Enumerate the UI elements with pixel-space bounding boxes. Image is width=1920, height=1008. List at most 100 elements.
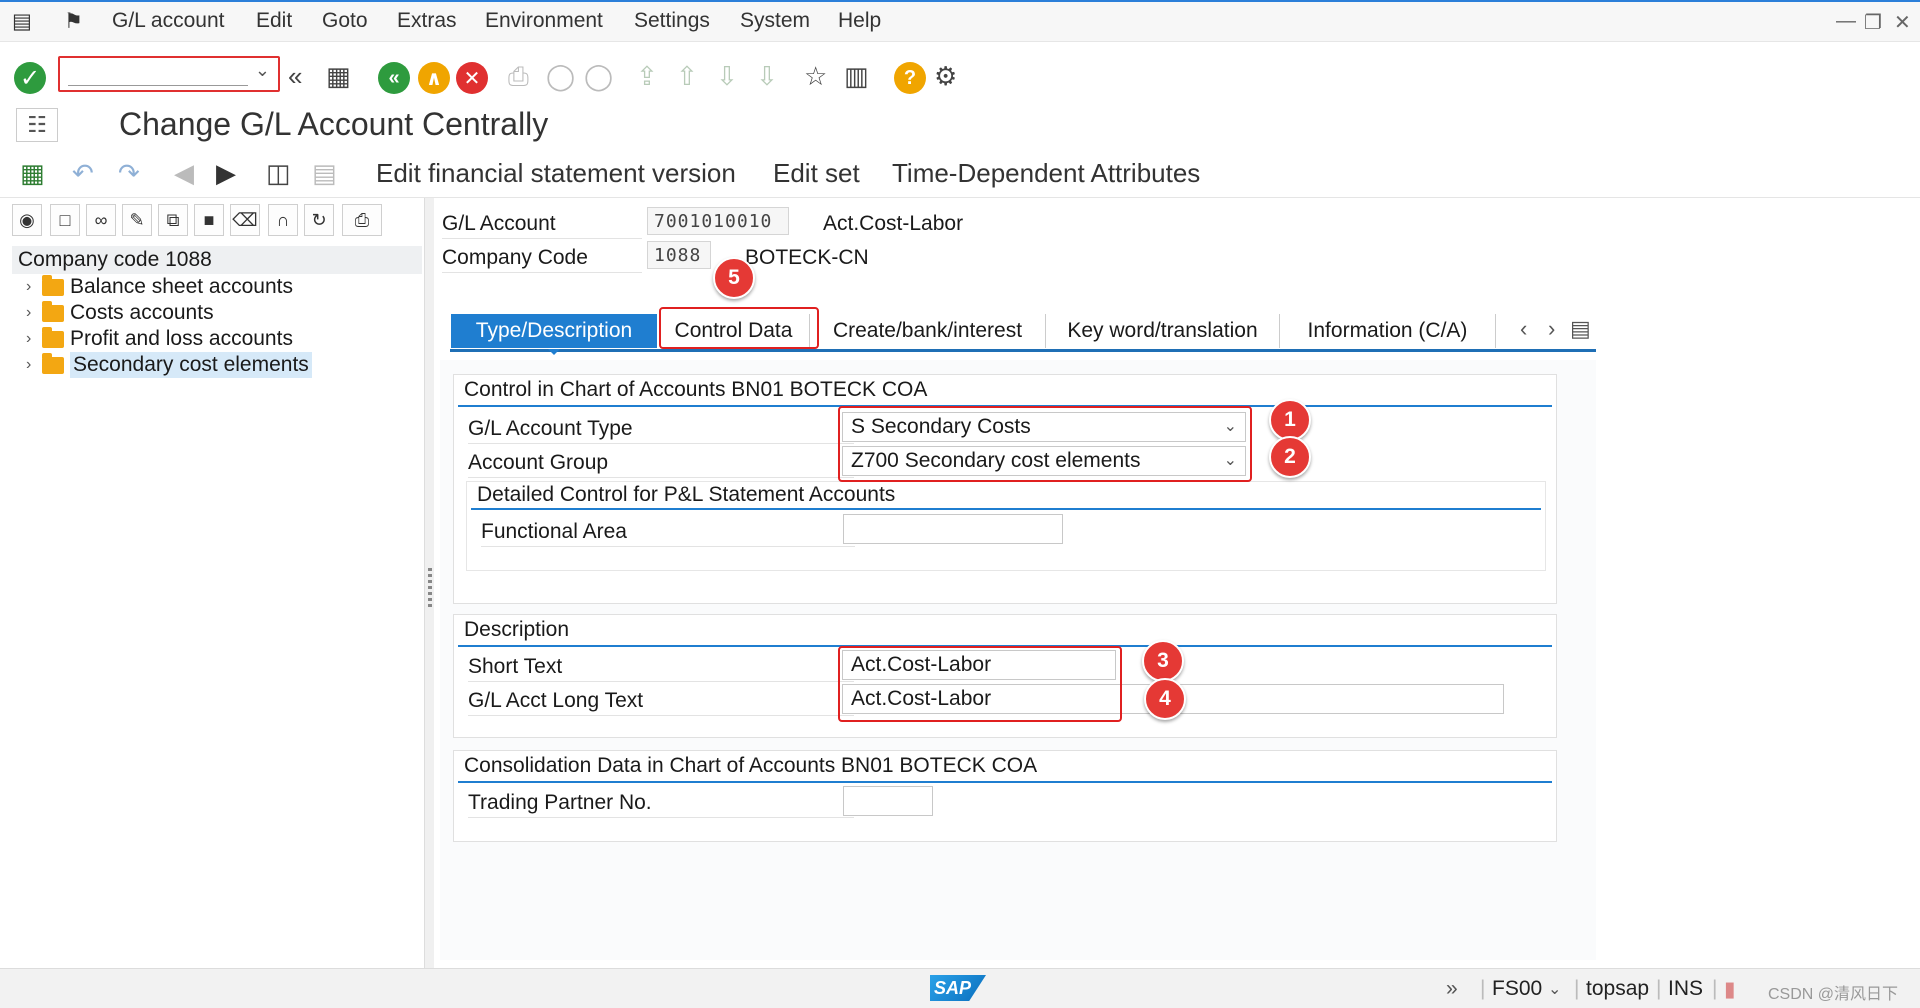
- menu-edit[interactable]: Edit: [256, 9, 292, 33]
- save-icon[interactable]: ▦: [326, 60, 351, 92]
- lock-icon[interactable]: ■: [194, 204, 224, 236]
- annotation-box-control-data: [659, 307, 819, 349]
- previous-page-icon[interactable]: ⇧: [676, 60, 698, 92]
- expand-status-icon[interactable]: »: [1446, 977, 1458, 1001]
- redo-icon[interactable]: ↷: [118, 158, 140, 189]
- new-document-icon[interactable]: □: [50, 204, 80, 236]
- menu-goto[interactable]: Goto: [322, 9, 368, 33]
- gl-account-field[interactable]: 7001010010: [647, 207, 789, 235]
- tab-type-description[interactable]: Type/Description: [451, 314, 657, 355]
- short-text-label: Short Text: [468, 655, 563, 678]
- menu-settings[interactable]: Settings: [634, 9, 710, 33]
- hierarchy-icon[interactable]: ▦: [20, 158, 45, 189]
- edit-fs-version-button[interactable]: Edit financial statement version: [376, 158, 736, 189]
- print-icon[interactable]: ⎙: [508, 60, 529, 92]
- refresh-icon[interactable]: ↻: [304, 204, 334, 236]
- annotation-box-texts: [838, 646, 1122, 722]
- tab-scroll-left-icon[interactable]: ‹: [1520, 316, 1527, 342]
- tab-list-icon[interactable]: ▤: [1570, 316, 1591, 342]
- trading-partner-input[interactable]: [843, 786, 933, 816]
- annotation-badge-3: 3: [1142, 640, 1184, 682]
- company-code-description: BOTECK-CN: [745, 246, 869, 269]
- next-page-icon[interactable]: ⇩: [716, 60, 738, 92]
- tab-key-word-translation[interactable]: Key word/translation: [1046, 314, 1280, 348]
- edit-set-button[interactable]: Edit set: [773, 158, 860, 189]
- edit-pencil-icon[interactable]: ✎: [122, 204, 152, 236]
- trading-partner-label: Trading Partner No.: [468, 791, 652, 814]
- consolidation-group: Consolidation Data in Chart of Accounts …: [453, 750, 1557, 842]
- close-window-icon[interactable]: ✕: [1894, 10, 1911, 35]
- menu-gl-account[interactable]: G/L account: [112, 9, 224, 33]
- chevron-right-icon[interactable]: ›: [26, 274, 42, 300]
- screen-menu-icon[interactable]: ☷: [16, 108, 58, 142]
- cancel-icon[interactable]: ✕: [456, 62, 488, 94]
- annotation-box-type-group: [838, 406, 1252, 482]
- watermark: CSDN @清风日下: [1768, 986, 1899, 1003]
- tree-item-secondary-cost[interactable]: › Secondary cost elements: [26, 352, 312, 378]
- new-session-icon[interactable]: ☆: [804, 60, 827, 92]
- time-dependent-attributes-button[interactable]: Time-Dependent Attributes: [892, 158, 1200, 189]
- print-menu-icon[interactable]: ⎙: [342, 204, 382, 236]
- folder-icon: [42, 274, 64, 296]
- pane-splitter[interactable]: [424, 198, 434, 968]
- tab-scroll-right-icon[interactable]: ›: [1548, 316, 1555, 342]
- chevron-right-icon[interactable]: ›: [26, 352, 42, 378]
- back-icon[interactable]: «: [378, 62, 410, 94]
- shortcut-icon[interactable]: ▥: [844, 60, 869, 92]
- tab-create-bank-interest[interactable]: Create/bank/interest: [810, 314, 1046, 348]
- divider: |: [1712, 977, 1718, 1000]
- display-icon[interactable]: ∞: [86, 204, 116, 236]
- exit-icon[interactable]: ∧: [418, 62, 450, 94]
- settings-gear-icon[interactable]: ⚙: [934, 60, 957, 92]
- company-code-field[interactable]: 1088: [647, 241, 711, 269]
- tree-item-label: Secondary cost elements: [70, 352, 312, 378]
- page-title: Change G/L Account Centrally: [119, 106, 549, 142]
- functional-area-input[interactable]: [843, 514, 1063, 544]
- annotation-badge-4: 4: [1144, 678, 1186, 720]
- last-page-icon[interactable]: ⇩: [756, 60, 778, 92]
- divider: [442, 272, 642, 273]
- menu-extras[interactable]: Extras: [397, 9, 457, 33]
- binoculars-icon[interactable]: ◉: [12, 204, 42, 236]
- splitter-grip[interactable]: [428, 568, 432, 608]
- tab-information-ca[interactable]: Information (C/A): [1280, 314, 1496, 348]
- tree-item-profit-loss[interactable]: › Profit and loss accounts: [26, 326, 293, 352]
- menu-help[interactable]: Help: [838, 9, 881, 33]
- restore-icon[interactable]: ❐: [1864, 10, 1882, 35]
- link-icon[interactable]: ∩: [268, 204, 298, 236]
- enter-icon[interactable]: ✓: [14, 62, 46, 94]
- insert-mode: INS: [1668, 977, 1704, 1000]
- command-dropdown-icon[interactable]: ⌄: [255, 60, 270, 81]
- menu-icon[interactable]: ▤: [12, 9, 32, 34]
- menu-environment[interactable]: Environment: [485, 9, 603, 33]
- folder-icon: [42, 326, 64, 348]
- find-next-icon[interactable]: ◯: [584, 60, 613, 92]
- undo-icon[interactable]: ↶: [72, 158, 94, 189]
- collapse-toolbar-icon[interactable]: «: [288, 60, 302, 92]
- gl-account-label: G/L Account: [442, 212, 556, 235]
- delete-icon[interactable]: ⌫: [230, 204, 260, 236]
- first-page-icon[interactable]: ⇪: [636, 60, 658, 92]
- help-icon[interactable]: ?: [894, 62, 926, 94]
- previous-entry-icon[interactable]: ◀: [174, 158, 194, 189]
- divider: |: [1656, 977, 1662, 1000]
- copy-icon[interactable]: ⧉: [158, 204, 188, 236]
- document-icon[interactable]: ▤: [312, 158, 337, 189]
- tree-item-costs[interactable]: › Costs accounts: [26, 300, 214, 326]
- command-field[interactable]: [68, 62, 248, 86]
- chevron-down-icon[interactable]: ⌄: [1548, 979, 1561, 999]
- performance-icon[interactable]: ▮: [1724, 977, 1736, 1002]
- tree-item-balance-sheet[interactable]: › Balance sheet accounts: [26, 274, 293, 300]
- next-entry-icon[interactable]: ▶: [216, 158, 236, 189]
- chevron-right-icon[interactable]: ›: [26, 326, 42, 352]
- title-row: ☷ Change G/L Account Centrally: [0, 100, 1920, 150]
- menu-system[interactable]: System: [740, 9, 810, 33]
- divider: [442, 238, 642, 239]
- template-icon[interactable]: ◫: [266, 158, 291, 189]
- long-text-label: G/L Acct Long Text: [468, 689, 644, 712]
- favorites-icon[interactable]: ⚑: [64, 9, 83, 34]
- minimize-icon[interactable]: —: [1836, 10, 1856, 33]
- chevron-right-icon[interactable]: ›: [26, 300, 42, 326]
- find-icon[interactable]: ◯: [546, 60, 575, 92]
- tree-header[interactable]: Company code 1088: [12, 246, 422, 274]
